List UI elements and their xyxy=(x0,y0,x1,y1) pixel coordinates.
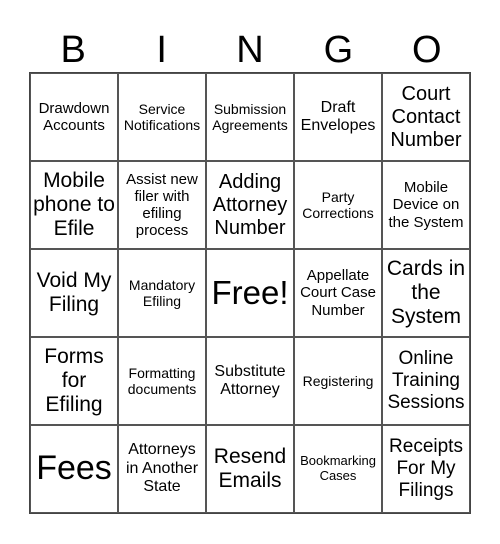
header-letter-n: N xyxy=(236,29,264,71)
bingo-cell[interactable]: Registering xyxy=(294,337,382,425)
bingo-cell[interactable]: Assist new filer with efiling process xyxy=(118,161,206,249)
bingo-cell[interactable]: Service Notifications xyxy=(118,73,206,161)
bingo-cell[interactable]: Party Corrections xyxy=(294,161,382,249)
free-space[interactable]: Free! xyxy=(206,249,294,337)
bingo-cell[interactable]: Online Training Sessions xyxy=(382,337,470,425)
header-letter-o: O xyxy=(412,29,442,71)
bingo-cell[interactable]: Fees xyxy=(30,425,118,513)
bingo-cell[interactable]: Formatting documents xyxy=(118,337,206,425)
bingo-cell[interactable]: Receipts For My Filings xyxy=(382,425,470,513)
bingo-cell[interactable]: Mobile phone to Efile xyxy=(30,161,118,249)
bingo-cell[interactable]: Attorneys in Another State xyxy=(118,425,206,513)
header-letter-b: B xyxy=(60,29,86,71)
bingo-cell[interactable]: Void My Filing xyxy=(30,249,118,337)
bingo-cell[interactable]: Substitute Attorney xyxy=(206,337,294,425)
bingo-cell[interactable]: Adding Attorney Number xyxy=(206,161,294,249)
bingo-cell[interactable]: Mobile Device on the System xyxy=(382,161,470,249)
bingo-cell[interactable]: Appellate Court Case Number xyxy=(294,249,382,337)
header-letter-g: G xyxy=(323,29,354,71)
bingo-cell[interactable]: Submission Agreements xyxy=(206,73,294,161)
bingo-cell[interactable]: Draft Envelopes xyxy=(294,73,382,161)
bingo-header: B I N G O xyxy=(29,28,471,72)
bingo-cell[interactable]: Court Contact Number xyxy=(382,73,470,161)
bingo-cell[interactable]: Bookmarking Cases xyxy=(294,425,382,513)
bingo-cell[interactable]: Mandatory Efiling xyxy=(118,249,206,337)
bingo-cell[interactable]: Cards in the System xyxy=(382,249,470,337)
bingo-cell[interactable]: Resend Emails xyxy=(206,425,294,513)
header-letter-i: I xyxy=(156,29,167,71)
bingo-cell[interactable]: Drawdown Accounts xyxy=(30,73,118,161)
bingo-card: Drawdown Accounts Service Notifications … xyxy=(29,72,471,514)
bingo-cell[interactable]: Forms for Efiling xyxy=(30,337,118,425)
